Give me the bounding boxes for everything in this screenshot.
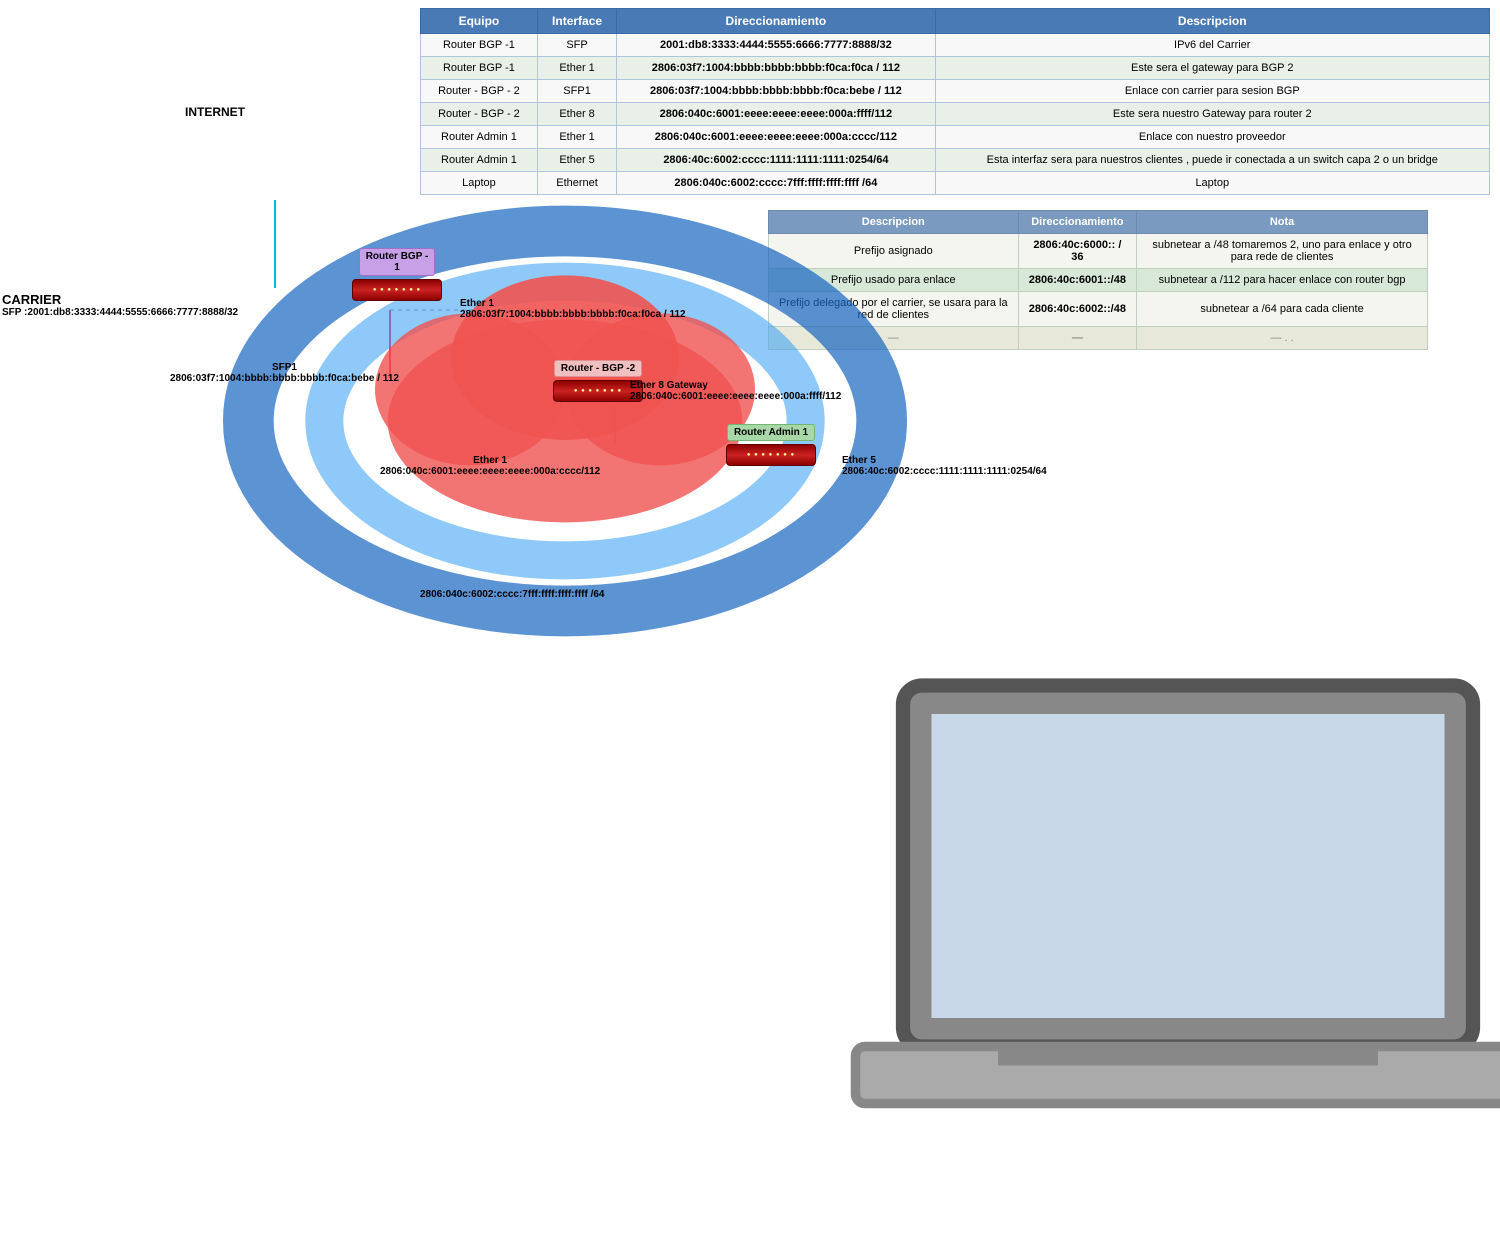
sec-cell-nota: subnetear a /64 para cada cliente <box>1137 292 1428 327</box>
table-row: Prefijo usado para enlace2806:40c:6001::… <box>769 269 1428 292</box>
sec-cell-desc: Prefijo usado para enlace <box>769 269 1019 292</box>
router-bgp1-img <box>352 279 442 301</box>
bgp2-sfp1-label: SFP1 2806:03f7:1004:bbbb:bbbb:bbbb:f0ca:… <box>170 362 399 384</box>
secondary-prefix-table: Descripcion Direccionamiento Nota Prefij… <box>768 210 1428 350</box>
table-row: ——— . . <box>769 327 1428 350</box>
carrier-label: CARRIER SFP :2001:db8:3333:4444:5555:666… <box>2 292 238 318</box>
cell-descripcion: Enlace con nuestro proveedor <box>935 126 1489 149</box>
internet-node: INTERNET <box>185 110 245 119</box>
router-bgp2-label: Router - BGP -2 <box>554 360 642 377</box>
cell-descripcion: Laptop <box>935 172 1489 195</box>
sec-cell-nota: — . . <box>1137 327 1428 350</box>
laptop-addr-label: 2806:040c:6002:cccc:7fff:ffff:ffff:ffff … <box>420 589 605 600</box>
cell-descripcion: Este sera el gateway para BGP 2 <box>935 57 1489 80</box>
sec-cell-desc: Prefijo asignado <box>769 234 1019 269</box>
bgp1-ether1-label: Ether 1 2806:03f7:1004:bbbb:bbbb:bbbb:f0… <box>460 298 686 320</box>
cell-descripcion: Enlace con carrier para sesion BGP <box>935 80 1489 103</box>
sec-cell-dir: 2806:40c:6002::/48 <box>1018 292 1137 327</box>
router-bgp1: Router BGP -1 <box>352 248 442 301</box>
sec-col-desc: Descripcion <box>769 211 1019 234</box>
sec-col-dir: Direccionamiento <box>1018 211 1137 234</box>
sec-cell-nota: subnetear a /48 tomaremos 2, uno para en… <box>1137 234 1428 269</box>
cloud-svg <box>185 110 945 732</box>
network-diagram: INTERNET CARRIER SFP :2001:db8:3333:4444… <box>0 0 760 622</box>
sec-cell-dir: 2806:40c:6000:: / 36 <box>1018 234 1137 269</box>
laptop-svg <box>808 612 1500 1234</box>
router-admin1-label: Router Admin 1 <box>727 424 815 441</box>
cell-descripcion: Este sera nuestro Gateway para router 2 <box>935 103 1489 126</box>
table-row: Prefijo asignado2806:40c:6000:: / 36subn… <box>769 234 1428 269</box>
admin1-ether1-label: Ether 1 2806:040c:6001:eeee:eeee:eeee:00… <box>380 455 600 477</box>
router-admin1-img <box>726 444 816 466</box>
sec-cell-desc: — <box>769 327 1019 350</box>
bgp2-ether8-label: Ether 8 Gateway 2806:040c:6001:eeee:eeee… <box>630 380 841 402</box>
sec-cell-nota: subnetear a /112 para hacer enlace con r… <box>1137 269 1428 292</box>
cell-descripcion: Esta interfaz sera para nuestros cliente… <box>935 149 1489 172</box>
admin1-ether5-label: Ether 5 2806:40c:6002:cccc:1111:1111:111… <box>842 455 1047 477</box>
sec-cell-dir: — <box>1018 327 1137 350</box>
sec-cell-desc: Prefijo delegado por el carrier, se usar… <box>769 292 1019 327</box>
table-row: Prefijo delegado por el carrier, se usar… <box>769 292 1428 327</box>
col-header-descripcion: Descripcion <box>935 9 1489 34</box>
sec-cell-dir: 2806:40c:6001::/48 <box>1018 269 1137 292</box>
router-admin1: Router Admin 1 <box>726 424 816 466</box>
router-bgp1-label: Router BGP -1 <box>359 248 436 276</box>
sec-col-nota: Nota <box>1137 211 1428 234</box>
cell-descripcion: IPv6 del Carrier <box>935 34 1489 57</box>
internet-label: INTERNET <box>185 105 245 119</box>
